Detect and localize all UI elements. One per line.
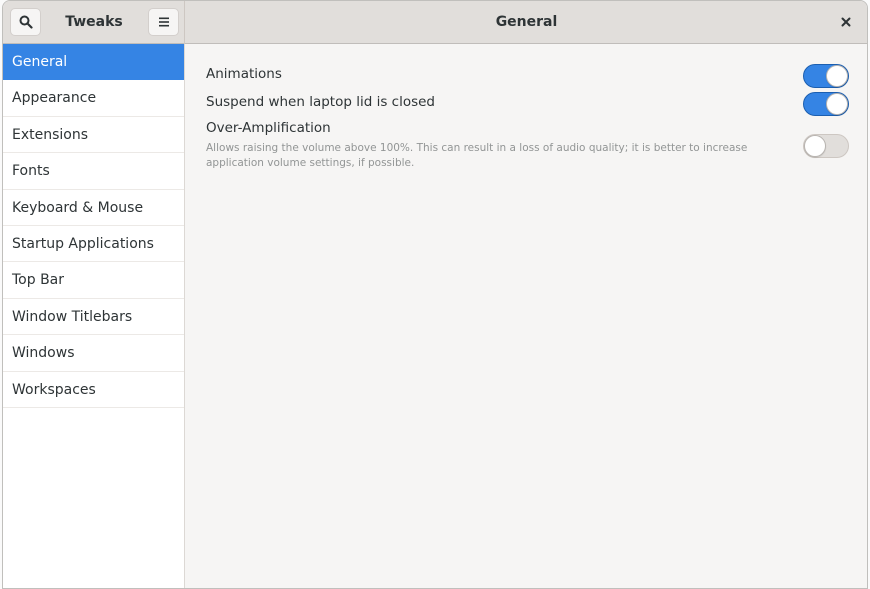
headerbar: Tweaks General bbox=[3, 1, 867, 44]
animations-label: Animations bbox=[206, 66, 282, 82]
suspend-lid-label: Suspend when laptop lid is closed bbox=[206, 94, 435, 110]
hamburger-menu-icon bbox=[158, 17, 169, 27]
page-title: General bbox=[495, 14, 558, 30]
search-button[interactable] bbox=[10, 8, 41, 36]
main-menu-button[interactable] bbox=[148, 8, 179, 36]
over-amplification-description: Allows raising the volume above 100%. Th… bbox=[206, 142, 748, 169]
sidebar-item-startup-applications[interactable]: Startup Applications bbox=[3, 226, 184, 263]
setting-row-over-amplification: Over-Amplification Allows raising the vo… bbox=[206, 120, 849, 171]
close-button[interactable] bbox=[837, 13, 855, 31]
tweaks-window: Tweaks General General Appearance Extens… bbox=[2, 0, 868, 589]
sidebar-item-workspaces[interactable]: Workspaces bbox=[3, 372, 184, 408]
setting-row-suspend-lid: Suspend when laptop lid is closed bbox=[206, 92, 849, 116]
headerbar-sidebar-section: Tweaks bbox=[3, 1, 185, 44]
sidebar-item-extensions[interactable]: Extensions bbox=[3, 117, 184, 154]
sidebar-item-general[interactable]: General bbox=[3, 44, 184, 81]
over-amplification-label: Over-Amplification bbox=[206, 120, 331, 136]
sidebar-item-window-titlebars[interactable]: Window Titlebars bbox=[3, 299, 184, 336]
switch-knob bbox=[804, 135, 826, 157]
search-icon bbox=[19, 15, 33, 29]
sidebar-item-windows[interactable]: Windows bbox=[3, 335, 184, 372]
switch-knob bbox=[826, 93, 848, 115]
setting-row-animations: Animations bbox=[206, 64, 849, 88]
sidebar-item-fonts[interactable]: Fonts bbox=[3, 153, 184, 190]
switch-knob bbox=[826, 65, 848, 87]
suspend-lid-switch[interactable] bbox=[803, 92, 849, 116]
over-amplification-switch[interactable] bbox=[803, 134, 849, 158]
app-title: Tweaks bbox=[65, 14, 123, 30]
sidebar-item-top-bar[interactable]: Top Bar bbox=[3, 262, 184, 299]
animations-switch[interactable] bbox=[803, 64, 849, 88]
sidebar: General Appearance Extensions Fonts Keyb… bbox=[3, 44, 185, 588]
sidebar-item-appearance[interactable]: Appearance bbox=[3, 80, 184, 117]
sidebar-item-keyboard-mouse[interactable]: Keyboard & Mouse bbox=[3, 190, 184, 226]
settings-panel: Animations Suspend when laptop lid is cl… bbox=[186, 44, 867, 588]
close-icon bbox=[841, 17, 851, 27]
